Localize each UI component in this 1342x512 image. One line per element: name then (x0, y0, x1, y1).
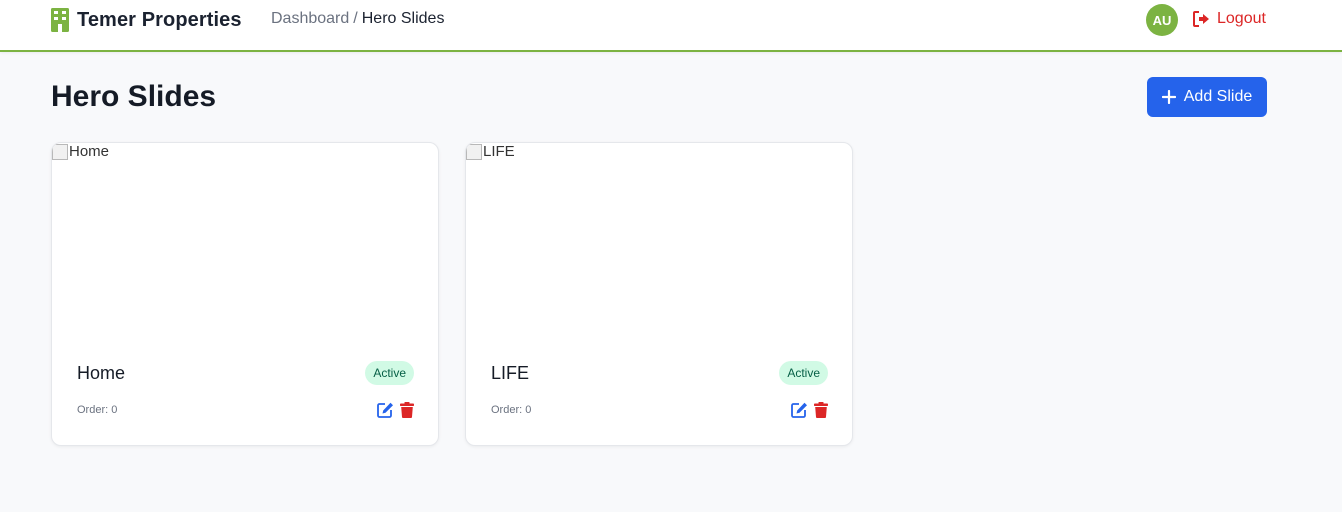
slide-actions (791, 402, 828, 423)
page-title: Hero Slides (51, 80, 217, 113)
broken-image-icon (52, 143, 68, 160)
breadcrumb-separator: / (353, 10, 358, 27)
slide-title: Home (77, 363, 126, 383)
slide-actions (377, 402, 414, 423)
edit-icon[interactable] (791, 402, 808, 423)
top-navbar: Temer Properties Dashboard / Hero Slides… (0, 0, 1342, 52)
sign-out-icon (1193, 11, 1210, 27)
slide-card: LIFE LIFE Active Order: 0 (465, 142, 853, 446)
slide-image-alt: Home (69, 143, 110, 160)
add-slide-button[interactable]: Add Slide (1147, 77, 1267, 117)
breadcrumb-dashboard-link[interactable]: Dashboard (271, 10, 349, 28)
status-badge: Active (365, 361, 414, 385)
breadcrumb: Dashboard / Hero Slides (271, 10, 444, 28)
logout-label: Logout (1217, 10, 1266, 27)
trash-icon[interactable] (400, 402, 414, 423)
add-slide-label: Add Slide (1183, 88, 1253, 105)
slide-image: LIFE (466, 143, 852, 335)
user-avatar[interactable]: AU (1146, 4, 1178, 36)
plus-icon (1161, 90, 1176, 104)
breadcrumb-current: Hero Slides (361, 10, 445, 27)
edit-icon[interactable] (377, 402, 394, 423)
slide-order: Order: 0 (77, 404, 118, 416)
brand[interactable]: Temer Properties (51, 8, 242, 32)
trash-icon[interactable] (814, 402, 828, 423)
status-badge: Active (779, 361, 828, 385)
slide-card: Home Home Active Order: 0 (51, 142, 439, 446)
building-icon (51, 8, 69, 32)
logout-button[interactable]: Logout (1193, 10, 1266, 28)
slide-image-alt: LIFE (483, 143, 515, 160)
slide-image: Home (52, 143, 438, 335)
slide-title: LIFE (491, 363, 530, 383)
slide-order: Order: 0 (491, 404, 532, 416)
broken-image-icon (466, 143, 482, 160)
broken-image: LIFE (466, 143, 515, 160)
brand-name: Temer Properties (77, 8, 242, 31)
broken-image: Home (52, 143, 109, 160)
